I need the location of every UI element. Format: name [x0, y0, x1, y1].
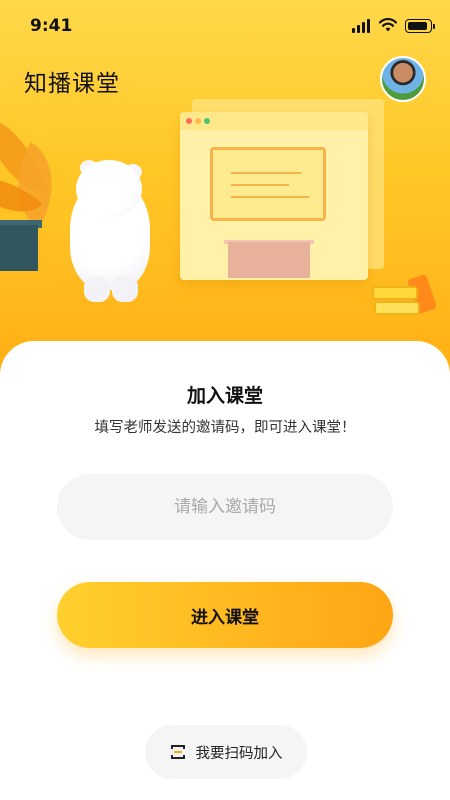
scan-join-button[interactable]: 我要扫码加入 [145, 725, 307, 779]
join-class-card: 加入课堂 填写老师发送的邀请码，即可进入课堂！ 进入课堂 我要扫码加入 [0, 341, 450, 800]
app-title: 知播课堂 [24, 71, 120, 97]
card-title: 加入课堂 [186, 385, 263, 407]
wifi-icon [379, 18, 397, 32]
enter-class-button[interactable]: 进入课堂 [57, 582, 393, 648]
scan-join-label: 我要扫码加入 [195, 745, 283, 762]
battery-icon [405, 19, 435, 33]
avatar[interactable] [380, 56, 426, 102]
status-time: 9:41 [30, 16, 73, 36]
status-bar: 9:41 [0, 0, 450, 52]
invite-code-input[interactable] [57, 474, 393, 540]
scan-icon [170, 745, 185, 759]
hero-banner: 9:41 知播课堂 [0, 0, 450, 380]
card-subtitle: 填写老师发送的邀请码，即可进入课堂！ [94, 420, 356, 436]
signal-icon [352, 19, 372, 33]
